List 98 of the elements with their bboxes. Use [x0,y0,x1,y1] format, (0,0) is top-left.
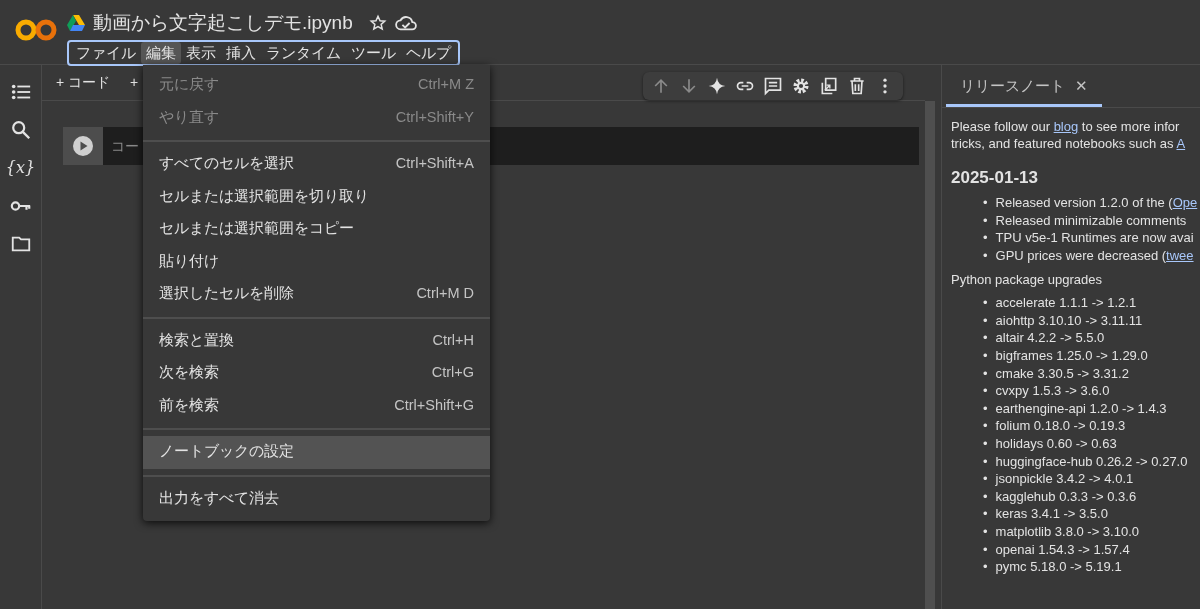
bullet: • [983,399,988,418]
menu-item[interactable]: 前を検索 Ctrl+Shift+G [143,389,490,422]
cloud-check-icon[interactable] [394,14,417,33]
variables-icon[interactable]: {x} [5,157,36,179]
bullet: • [983,487,988,506]
bullet: • [983,247,988,265]
menu-item[interactable]: 表示 [181,41,221,64]
menu-item-label: ノートブックの設定 [159,442,294,462]
bullet: • [983,229,988,248]
package-item: pymc 5.18.0 -> 5.19.1 [995,558,1122,576]
bullet: • [983,294,988,312]
shortcut-text: Ctrl+Shift+G [394,395,474,415]
package-item: cmake 3.30.5 -> 3.31.2 [995,364,1129,383]
menu-item-label: 前を検索 [159,395,219,415]
package-item: accelerate 1.1.1 -> 1.2.1 [995,294,1137,312]
menu-item[interactable]: 出力をすべて消去 [143,482,490,515]
menu-item[interactable]: 検索と置換 Ctrl+H [143,324,490,357]
menu-item-label: 元に戻す [159,75,219,95]
search-icon[interactable] [9,119,32,141]
menu-item[interactable]: 次を検索 Ctrl+G [143,357,490,390]
package-item: matplotlib 3.8.0 -> 3.10.0 [995,522,1139,541]
menu-item-label: 次を検索 [159,363,219,383]
link[interactable]: blog [1053,118,1079,134]
menu-item[interactable]: 選択したセルを削除 Ctrl+M D [143,278,490,311]
menu-item-label: 検索と置換 [159,330,234,350]
menu-item-label: 出力をすべて消去 [159,488,279,508]
note-item: GPU prices were decreased (twee [995,247,1194,265]
note-item: Released minimizable comments [995,211,1187,230]
add-button[interactable]: + [124,70,145,95]
drive-icon [67,15,85,32]
bullet: • [983,311,988,330]
menu-item[interactable]: 編集 [141,41,181,64]
bullet: • [983,347,988,365]
star-icon[interactable] [368,14,387,33]
package-item: kagglehub 0.3.3 -> 0.3.6 [995,487,1137,506]
bullet: • [983,505,988,523]
bullet: • [983,329,988,348]
bullet: • [983,194,988,212]
section-heading: Python package upgrades [951,270,1104,289]
trash-icon[interactable] [847,76,867,96]
link[interactable]: Ope [1172,195,1198,211]
bullet: • [983,364,988,383]
close-icon[interactable]: ✕ [1075,75,1088,98]
menu-item[interactable]: セルまたは選択範囲をコピー [143,213,490,246]
date-heading: 2025-01-13 [951,168,1039,187]
bullet: • [983,470,988,488]
notebook-title[interactable]: 動画から文字起こしデモ.ipynb [93,9,353,38]
bullet: • [983,417,988,435]
shortcut-text: Ctrl+M Z [418,75,474,95]
package-item: aiohttp 3.10.10 -> 3.11.11 [995,311,1143,330]
bullet: • [983,435,988,453]
package-item: bigframes 1.25.0 -> 1.29.0 [995,347,1148,365]
package-item: folium 0.18.0 -> 0.19.3 [995,417,1126,435]
intro-paragraph: Please follow our blog to see more infor tricks, and featured notebooks such as A [951,117,1187,153]
bullet: • [983,452,988,471]
package-item: openai 1.54.3 -> 1.57.4 [995,540,1130,559]
mirror-icon[interactable] [819,76,839,96]
package-item: huggingface-hub 0.26.2 -> 0.27.0 [995,452,1188,471]
menu-item[interactable]: ヘルプ [401,41,456,64]
package-item: altair 4.2.2 -> 5.5.0 [995,329,1105,348]
menu-item-label: 選択したセルを削除 [159,284,294,304]
comment-icon[interactable] [763,76,783,96]
menu-item[interactable]: 貼り付け [143,245,490,278]
link[interactable]: A [1176,136,1186,152]
shortcut-text: Ctrl+G [431,363,474,383]
menu-item-label: 貼り付け [159,251,219,271]
logo-icon [15,17,59,43]
run-icon[interactable] [72,135,94,157]
add-button[interactable]: + コード [50,70,117,95]
shortcut-text: Ctrl+Shift+Y [395,107,474,127]
package-item: earthengine-api 1.2.0 -> 1.4.3 [995,399,1167,418]
link[interactable]: twee [1166,248,1194,264]
bullet: • [983,540,988,559]
bullet: • [983,382,988,400]
bullet: • [983,558,988,576]
package-item: cvxpy 1.5.3 -> 3.6.0 [995,382,1110,400]
settings-icon[interactable] [791,76,811,96]
menu-item[interactable]: ツール [346,41,401,64]
shortcut-text: Ctrl+H [432,330,474,350]
package-item: jsonpickle 3.4.2 -> 4.0.1 [995,470,1134,488]
tab-label: リリースノート [960,76,1065,96]
package-item: holidays 0.60 -> 0.63 [995,435,1117,453]
menu-item[interactable]: ランタイム [261,41,346,64]
menu-item-label: セルまたは選択範囲をコピー [159,219,354,239]
bullet: • [983,211,988,230]
menu-item[interactable]: 挿入 [221,41,261,64]
menu-item[interactable]: ノートブックの設定 [143,436,490,469]
release-notes-tab[interactable]: リリースノート ✕ [946,71,1102,107]
menu-item[interactable]: ファイル [71,41,141,64]
note-item: Released version 1.2.0 of the (Ope [995,194,1198,212]
package-item: keras 3.4.1 -> 3.5.0 [995,505,1108,523]
bullet: • [983,522,988,541]
note-item: TPU v5e-1 Runtimes are now avai [995,229,1194,248]
menu-item-label: セルまたは選択範囲を切り取り [159,186,369,206]
menu-item[interactable]: セルまたは選択範囲を切り取り [143,180,490,213]
menu-item-label: やり直す [159,107,219,127]
shortcut-text: Ctrl+M D [416,284,474,304]
cell-placeholder: コー [111,136,139,156]
